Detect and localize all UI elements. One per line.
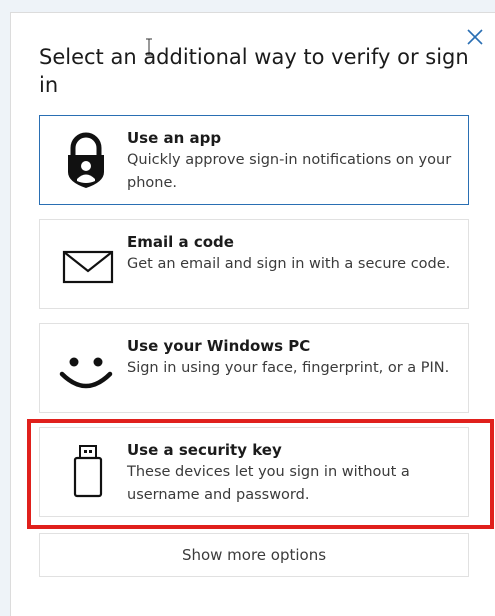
usb-key-icon (73, 445, 103, 498)
option-use-windows-pc[interactable]: Use your Windows PC Sign in using your f… (39, 323, 469, 413)
option-title: Use your Windows PC (127, 337, 311, 355)
option-description: These devices let you sign in without a … (127, 464, 410, 503)
option-description: Quickly approve sign-in notifications on… (127, 152, 452, 191)
option-title: Email a code (127, 233, 234, 251)
option-use-an-app[interactable]: Use an app Quickly approve sign-in notif… (39, 115, 469, 205)
option-description: Get an email and sign in with a secure c… (127, 256, 451, 272)
option-description: Sign in using your face, fingerprint, or… (127, 360, 450, 376)
smiley-face-icon (59, 357, 113, 389)
envelope-icon (62, 250, 114, 284)
option-email-a-code[interactable]: Email a code Get an email and sign in wi… (39, 219, 469, 309)
show-more-options-button[interactable]: Show more options (39, 533, 469, 577)
dialog-title: Select an additional way to verify or si… (39, 45, 469, 97)
verification-dialog: Select an additional way to verify or si… (10, 12, 495, 616)
option-title: Use a security key (127, 441, 282, 459)
option-use-security-key[interactable]: Use a security key These devices let you… (39, 427, 469, 517)
option-title: Use an app (127, 129, 222, 147)
lock-person-icon (68, 132, 104, 188)
